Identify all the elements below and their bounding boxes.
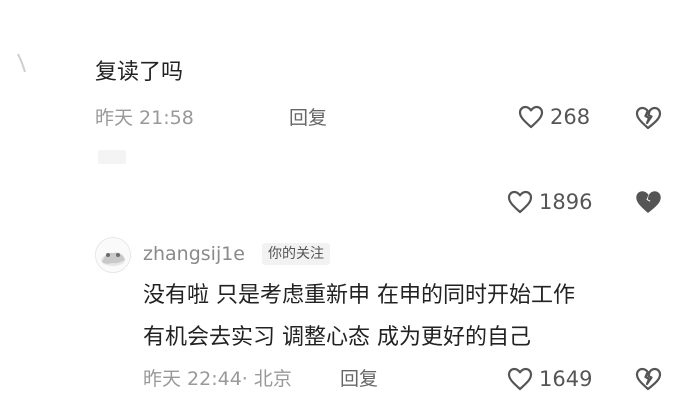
dislike-button[interactable]	[634, 106, 662, 130]
comment-text: 复读了吗	[95, 60, 184, 85]
avatar[interactable]	[95, 237, 131, 273]
dislike-button[interactable]	[634, 367, 662, 391]
heart-outline-icon	[507, 190, 533, 214]
comment-timestamp-location: 昨天 22:44· 北京	[143, 368, 292, 390]
divider	[98, 150, 126, 164]
heart-outline-icon	[507, 367, 533, 391]
like-button[interactable]: 1896	[507, 190, 592, 214]
comment-text-line-1: 没有啦 只是考虑重新申 在申的同时开始工作	[143, 283, 575, 308]
broken-heart-filled-icon	[634, 190, 662, 214]
dislike-button[interactable]	[634, 190, 662, 214]
username[interactable]: zhangsij1e	[143, 242, 245, 266]
like-count: 1649	[539, 367, 593, 391]
like-count: 268	[550, 105, 591, 129]
broken-heart-icon	[634, 367, 662, 391]
comment-text-line-2: 有机会去实习 调整心态 成为更好的自己	[143, 325, 531, 350]
decorative-mark	[16, 52, 26, 74]
reply-button[interactable]: 回复	[289, 106, 327, 130]
heart-outline-icon	[518, 105, 544, 129]
like-button[interactable]: 268	[518, 105, 590, 129]
comment-timestamp: 昨天 21:58	[95, 107, 194, 129]
like-count: 1896	[539, 190, 593, 214]
broken-heart-icon	[634, 106, 662, 130]
following-tag: 你的关注	[262, 243, 330, 265]
reply-button[interactable]: 回复	[340, 367, 378, 391]
like-button[interactable]: 1649	[507, 367, 592, 391]
